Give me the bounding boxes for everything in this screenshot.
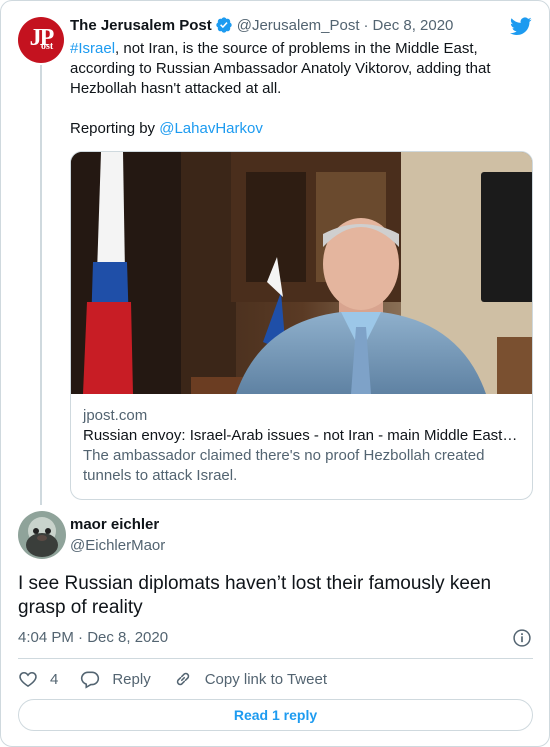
author-name[interactable]: The Jerusalem Post bbox=[70, 17, 212, 34]
read-replies-button[interactable]: Read 1 reply bbox=[18, 699, 533, 731]
copy-link-button[interactable]: Copy link to Tweet bbox=[173, 669, 327, 689]
embedded-tweet-card: JP ost The Jerusalem Post @Jerusalem_Pos… bbox=[0, 0, 550, 747]
tweet-body: , not Iran, is the source of problems in… bbox=[70, 40, 491, 97]
reply-author-handle[interactable]: @EichlerMaor bbox=[70, 537, 165, 554]
tweet-header: The Jerusalem Post @Jerusalem_Post · Dec… bbox=[70, 16, 453, 34]
verified-badge-icon bbox=[216, 17, 232, 33]
link-description: The ambassador claimed there's no proof … bbox=[83, 447, 485, 484]
author-handle[interactable]: @Jerusalem_Post bbox=[237, 17, 360, 34]
reply-label: Reply bbox=[112, 670, 151, 688]
maor-eichler-avatar[interactable] bbox=[18, 511, 66, 559]
link-preview-card[interactable]: jpost.com Russian envoy: Israel-Arab iss… bbox=[70, 151, 533, 500]
ambassador-photo bbox=[71, 152, 532, 394]
twitter-bird-icon[interactable] bbox=[509, 15, 533, 37]
avatar-photo bbox=[18, 511, 66, 559]
link-meta: jpost.com Russian envoy: Israel-Arab iss… bbox=[83, 406, 523, 486]
jerusalem-post-avatar[interactable]: JP ost bbox=[18, 17, 64, 63]
heart-icon bbox=[19, 671, 37, 688]
hashtag-link[interactable]: #Israel bbox=[70, 40, 115, 57]
reply-author-name[interactable]: maor eichler bbox=[70, 516, 159, 533]
link-domain: jpost.com bbox=[83, 407, 148, 424]
link-title: Russian envoy: Israel-Arab issues - not … bbox=[83, 427, 518, 444]
copy-link-label: Copy link to Tweet bbox=[204, 670, 327, 688]
action-bar: 4 Reply Copy link to Tweet bbox=[18, 667, 349, 691]
tweet-text: #Israel, not Iran, is the source of prob… bbox=[70, 39, 510, 139]
reply-button[interactable]: Reply bbox=[80, 669, 151, 689]
mention-link[interactable]: @LahavHarkov bbox=[159, 120, 263, 137]
reply-timestamp[interactable]: 4:04 PM · Dec 8, 2020 bbox=[18, 629, 168, 646]
avatar-logo-post: ost bbox=[41, 41, 54, 52]
tweet-date[interactable]: Dec 8, 2020 bbox=[373, 17, 454, 34]
link-icon bbox=[176, 672, 189, 686]
like-button[interactable]: 4 bbox=[18, 669, 58, 689]
article-image bbox=[71, 152, 532, 394]
info-icon[interactable] bbox=[512, 628, 532, 648]
reporting-prefix: Reporting by bbox=[70, 120, 160, 137]
divider bbox=[18, 658, 533, 659]
header-separator: · bbox=[363, 16, 369, 34]
reply-text: I see Russian diplomats haven’t lost the… bbox=[18, 573, 492, 618]
like-count: 4 bbox=[50, 670, 59, 688]
reply-icon bbox=[81, 671, 100, 689]
thread-line bbox=[40, 65, 42, 505]
